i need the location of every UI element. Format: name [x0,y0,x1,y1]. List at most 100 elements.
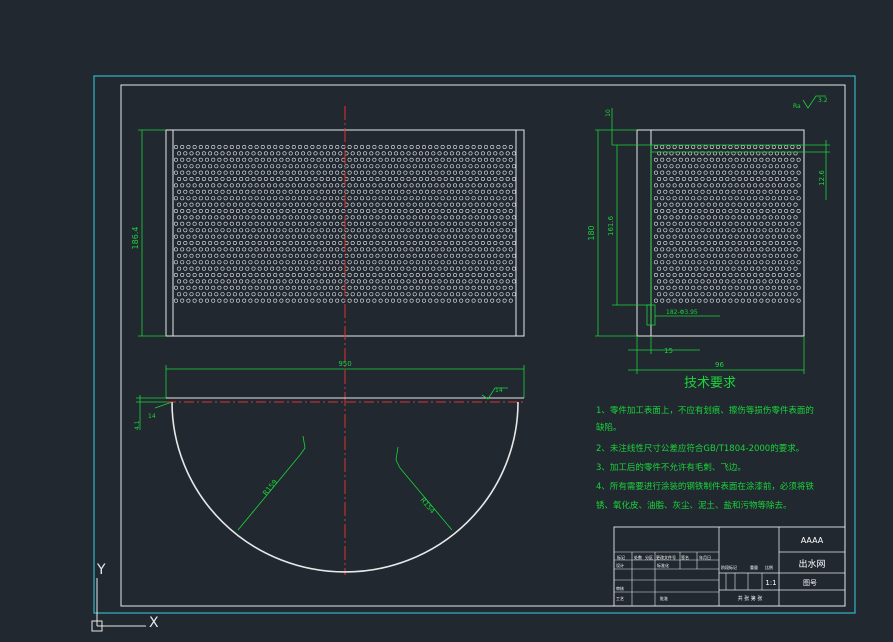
perforation-hole [443,266,448,271]
perforation-hole [753,209,758,214]
perforation-hole [304,183,309,188]
perforation-hole [487,253,492,258]
perforation-hole [750,215,755,220]
perforation-hole [201,189,206,194]
perforation-hole [768,177,773,182]
perforation-hole [186,272,191,277]
perforation-hole [774,189,779,194]
perforation-hole [712,164,717,169]
perforation-hole [672,260,677,265]
perforation-hole [421,221,426,226]
perforation-hole [421,247,426,252]
perforation-hole [304,285,309,290]
perforation-hole [211,272,216,277]
perforation-hole [425,215,430,220]
perforation-hole [276,279,281,284]
perforation-hole [350,151,355,156]
perforation-hole [743,228,748,233]
perforation-hole [771,170,776,175]
perforation-hole [471,247,476,252]
perforation-hole [452,209,457,214]
perforation-hole [356,253,361,258]
perforation-hole [217,170,222,175]
perforation-hole [452,183,457,188]
perforation-hole [304,196,309,201]
perforation-hole [257,164,262,169]
perforation-hole [174,209,179,214]
perforation-hole [666,272,671,277]
perforation-hole [359,183,364,188]
perforation-hole [325,215,330,220]
perforation-hole [468,228,473,233]
perforation-hole [777,145,782,150]
perforation-hole [251,164,256,169]
cad-drawing-canvas[interactable]: 186.4 180 161.6 10 12.6 182-Φ3.95 15 96 [0,0,893,642]
perforation-hole [338,253,343,258]
perforation-hole [394,266,399,271]
perforation-hole [214,177,219,182]
perforation-hole [260,272,265,277]
perforation-hole [229,209,234,214]
perforation-hole [459,234,464,239]
perforation-hole [220,151,225,156]
perforation-hole [378,234,383,239]
perforation-hole [731,215,736,220]
perforation-hole [793,215,798,220]
perforation-hole [387,228,392,233]
perforation-hole [229,221,234,226]
perforation-hole [471,183,476,188]
perforation-hole [322,260,327,265]
perforation-hole [712,292,717,297]
perforation-hole [446,157,451,162]
perforation-hole [270,253,275,258]
perforation-hole [307,177,312,182]
perforation-hole [511,266,516,271]
perforation-hole [350,253,355,258]
perforation-hole [390,221,395,226]
perforation-hole [474,151,479,156]
perforation-hole [740,157,745,162]
perforation-hole [403,145,408,150]
perforation-hole [397,285,402,290]
perforation-hole [205,285,210,290]
perforation-hole [421,209,426,214]
perforation-hole [186,234,191,239]
perforation-hole [310,247,315,252]
perforation-hole [257,292,262,297]
perforation-hole [740,260,745,265]
perforation-hole [254,247,259,252]
perforation-hole [263,189,268,194]
perforation-hole [285,298,290,303]
perforation-hole [387,279,392,284]
perforation-hole [263,253,268,258]
perforation-hole [734,170,739,175]
perforation-hole [490,221,495,226]
perforation-hole [319,253,324,258]
perforation-hole [291,209,296,214]
perforation-hole [719,279,724,284]
perforation-hole [663,228,668,233]
perforation-hole [266,196,271,201]
perforation-hole [777,234,782,239]
perforation-hole [418,177,423,182]
perforation-hole [211,196,216,201]
perforation-hole [378,170,383,175]
perforation-hole [712,279,717,284]
perforation-hole [223,298,228,303]
perforation-hole [288,253,293,258]
perforation-hole [332,279,337,284]
perforation-hole [217,183,222,188]
perforation-hole [412,292,417,297]
perforation-hole [294,292,299,297]
perforation-hole [251,215,256,220]
perforation-hole [316,157,321,162]
perforation-hole [347,272,352,277]
perforation-hole [746,209,751,214]
perforation-hole [728,157,733,162]
perforation-hole [508,285,513,290]
perforation-hole [793,241,798,246]
perforation-hole [796,247,801,252]
perforation-hole [511,151,516,156]
perforation-hole [415,196,420,201]
perforation-hole [796,260,801,265]
